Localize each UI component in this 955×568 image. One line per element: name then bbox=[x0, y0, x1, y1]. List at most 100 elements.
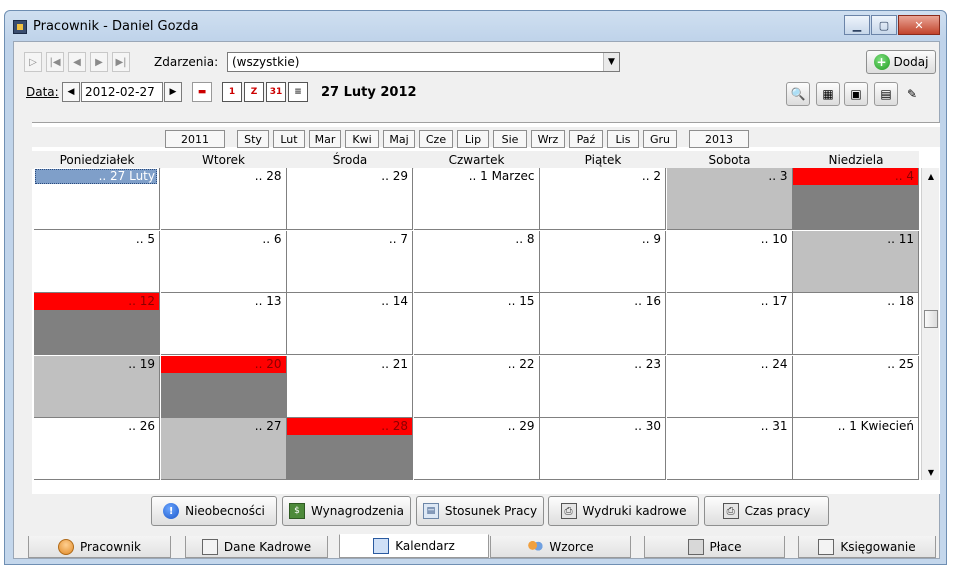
calendar-day-cell[interactable]: .. 26 bbox=[34, 418, 160, 480]
calendar-day-cell[interactable]: .. 11 bbox=[793, 230, 919, 293]
calendar-day-cell[interactable]: .. 31 bbox=[666, 418, 793, 480]
calendar-day-cell[interactable]: .. 23 bbox=[540, 355, 666, 418]
calendar-day-cell[interactable]: .. 9 bbox=[540, 230, 666, 293]
calendar-day-cell[interactable]: .. 8 bbox=[413, 230, 540, 293]
calendar-day-cell[interactable]: .. 29 bbox=[287, 168, 413, 230]
calendar-day-cell[interactable]: .. 3 bbox=[666, 168, 793, 230]
calendar-refresh-icon[interactable]: ▣ bbox=[844, 82, 868, 106]
calendar-day-cell[interactable]: .. 10 bbox=[666, 230, 793, 293]
month-button[interactable]: Kwi bbox=[345, 130, 379, 148]
calendar-day-cell[interactable]: .. 22 bbox=[413, 355, 540, 418]
first-record-icon[interactable]: |◀ bbox=[46, 52, 64, 72]
last-record-icon[interactable]: ▶| bbox=[112, 52, 130, 72]
tab-templates[interactable]: Wzorce bbox=[490, 536, 631, 558]
month-button[interactable]: Cze bbox=[419, 130, 453, 148]
day-number: .. 30 bbox=[634, 419, 661, 433]
prev-year-button[interactable]: 2011 bbox=[165, 130, 225, 148]
employment-button[interactable]: ▤ Stosunek Pracy bbox=[416, 496, 544, 526]
day-number: .. 5 bbox=[135, 231, 155, 246]
tab-employee[interactable]: Pracownik bbox=[28, 536, 171, 558]
next-date-button[interactable]: ▶ bbox=[164, 82, 182, 102]
absences-button[interactable]: ! Nieobecności bbox=[151, 496, 277, 526]
info-icon: ! bbox=[163, 503, 180, 519]
calendar-day-icon[interactable]: 1 bbox=[222, 82, 242, 102]
calendar-day-cell[interactable]: .. 1 Marzec bbox=[413, 168, 540, 230]
calendar-day-cell[interactable]: .. 28 bbox=[160, 168, 287, 230]
month-button[interactable]: Mar bbox=[309, 130, 341, 148]
day-number: .. 1 Kwiecień bbox=[837, 419, 914, 433]
day-number: .. 16 bbox=[634, 294, 661, 308]
minimize-button[interactable]: ▁ bbox=[844, 15, 870, 35]
calendar-z-icon[interactable]: Z bbox=[244, 82, 264, 102]
calendar-day-cell[interactable]: .. 20 bbox=[160, 355, 287, 418]
calendar-day-cell[interactable]: .. 27 bbox=[160, 418, 287, 480]
calendar-day-cell[interactable]: .. 21 bbox=[287, 355, 413, 418]
day-number: .. 27 bbox=[254, 419, 282, 433]
maximize-button[interactable]: ▢ bbox=[871, 15, 897, 35]
play-icon[interactable]: ▷ bbox=[24, 52, 42, 72]
calendar-day-cell[interactable]: .. 4 bbox=[793, 168, 919, 230]
calendar-scrollbar[interactable]: ▲ ▼ bbox=[921, 168, 939, 480]
tab-accounting[interactable]: Księgowanie bbox=[798, 536, 936, 558]
calendar-day-cell[interactable]: .. 17 bbox=[666, 293, 793, 355]
scroll-thumb[interactable] bbox=[924, 310, 938, 328]
calendar-day-cell[interactable]: .. 28 bbox=[287, 418, 413, 480]
month-button[interactable]: Lis bbox=[607, 130, 639, 148]
calendar-day-cell[interactable]: .. 14 bbox=[287, 293, 413, 355]
weekday-header: Środa bbox=[332, 153, 368, 167]
month-button[interactable]: Wrz bbox=[531, 130, 565, 148]
salaries-button[interactable]: $ Wynagrodzenia bbox=[282, 496, 411, 526]
next-record-icon[interactable]: ▶ bbox=[90, 52, 108, 72]
work-time-button[interactable]: ⎙ Czas pracy bbox=[704, 496, 829, 526]
calendar-day-cell[interactable]: .. 13 bbox=[160, 293, 287, 355]
month-button[interactable]: Lut bbox=[273, 130, 305, 148]
day-number: .. 31 bbox=[760, 419, 788, 433]
prev-date-button[interactable]: ◀ bbox=[62, 82, 80, 102]
scroll-up-icon[interactable]: ▲ bbox=[922, 168, 940, 184]
calendar-day-cell[interactable]: .. 1 Kwiecień bbox=[793, 418, 919, 480]
calendar-month-icon[interactable]: 31 bbox=[266, 82, 286, 102]
next-year-button[interactable]: 2013 bbox=[689, 130, 749, 148]
tab-calendar[interactable]: Kalendarz bbox=[339, 534, 489, 558]
calendar-day-cell[interactable]: .. 29 bbox=[413, 418, 540, 480]
calendar-day-cell[interactable]: .. 5 bbox=[34, 230, 160, 293]
tab-payroll[interactable]: Płace bbox=[644, 536, 785, 558]
calendar-list-icon[interactable]: ≡ bbox=[288, 82, 308, 102]
close-button[interactable]: ✕ bbox=[898, 15, 940, 35]
calendar-day-cell[interactable]: .. 15 bbox=[413, 293, 540, 355]
events-select[interactable]: (wszystkie) ▼ bbox=[227, 52, 620, 72]
month-button[interactable]: Maj bbox=[383, 130, 415, 148]
calendar-day-cell[interactable]: .. 24 bbox=[666, 355, 793, 418]
pencil-icon[interactable]: ✎ bbox=[900, 82, 924, 106]
month-button[interactable]: Sty bbox=[237, 130, 269, 148]
month-button[interactable]: Paź bbox=[569, 130, 603, 148]
calendar-day-cell[interactable]: .. 18 bbox=[793, 293, 919, 355]
calendar-day-cell[interactable]: .. 25 bbox=[793, 355, 919, 418]
weekday-header: Sobota bbox=[708, 153, 751, 167]
scroll-down-icon[interactable]: ▼ bbox=[922, 464, 940, 480]
calendar-day-cell[interactable]: .. 27 Luty bbox=[34, 168, 160, 230]
calendar-day-cell[interactable]: .. 6 bbox=[160, 230, 287, 293]
day-number: .. 20 bbox=[254, 356, 282, 371]
prev-record-icon[interactable]: ◀ bbox=[68, 52, 86, 72]
clear-date-icon[interactable]: ▬ bbox=[192, 82, 212, 102]
minimize-icon: ▁ bbox=[852, 18, 862, 32]
calendar-day-cell[interactable]: .. 12 bbox=[34, 293, 160, 355]
hr-prints-button[interactable]: ⎙ Wydruki kadrowe bbox=[548, 496, 699, 526]
month-button[interactable]: Lip bbox=[457, 130, 489, 148]
calendar-day-cell[interactable]: .. 16 bbox=[540, 293, 666, 355]
date-input[interactable]: 2012-02-27 bbox=[81, 82, 163, 102]
search-icon[interactable]: 🔍 bbox=[786, 82, 810, 106]
month-button[interactable]: Sie bbox=[493, 130, 527, 148]
day-number: .. 10 bbox=[760, 231, 788, 246]
calendar-day-cell[interactable]: .. 30 bbox=[540, 418, 666, 480]
add-icon: + bbox=[873, 54, 890, 70]
add-button[interactable]: + Dodaj bbox=[866, 50, 936, 74]
calendar-day-cell[interactable]: .. 19 bbox=[34, 355, 160, 418]
calendar-day-cell[interactable]: .. 2 bbox=[540, 168, 666, 230]
calendar-view-icon[interactable]: ▦ bbox=[816, 82, 840, 106]
tab-hr-data[interactable]: Dane Kadrowe bbox=[185, 536, 328, 558]
calendar-day-cell[interactable]: .. 7 bbox=[287, 230, 413, 293]
calendar-grid-icon[interactable]: ▤ bbox=[874, 82, 898, 106]
month-button[interactable]: Gru bbox=[643, 130, 677, 148]
